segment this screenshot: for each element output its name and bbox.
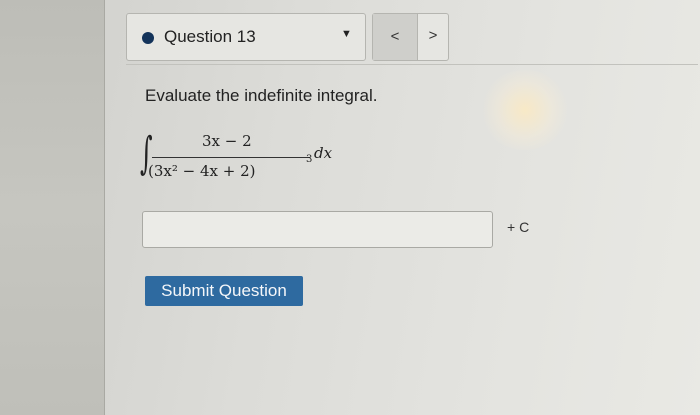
question-nav-buttons: < >	[372, 13, 449, 61]
denominator-exponent: 3	[306, 154, 313, 165]
next-question-button[interactable]: >	[418, 14, 448, 60]
differential: dx	[314, 144, 333, 162]
integrand-denominator: (3x² − 4x + 2)	[148, 162, 256, 180]
previous-question-button[interactable]: <	[373, 14, 418, 60]
fraction-bar	[152, 157, 310, 158]
header-divider	[126, 64, 698, 65]
page-margin	[0, 0, 105, 415]
question-label: Question 13	[164, 27, 256, 46]
chevron-left-icon: <	[390, 28, 400, 45]
integral-expression: ∫ 3x − 2 (3x² − 4x + 2) 3 dx	[140, 124, 370, 194]
constant-suffix: + C	[507, 219, 530, 235]
submit-question-button[interactable]: Submit Question	[145, 276, 303, 306]
status-dot-icon	[142, 32, 154, 44]
integrand-numerator: 3x − 2	[202, 132, 252, 150]
caret-down-icon: ▼	[341, 28, 352, 40]
question-selector[interactable]: Question 13 ▼	[126, 13, 366, 61]
screen-glare	[480, 70, 570, 150]
answer-input[interactable]	[142, 211, 493, 248]
chevron-right-icon: >	[428, 27, 438, 44]
question-prompt: Evaluate the indefinite integral.	[145, 86, 378, 105]
